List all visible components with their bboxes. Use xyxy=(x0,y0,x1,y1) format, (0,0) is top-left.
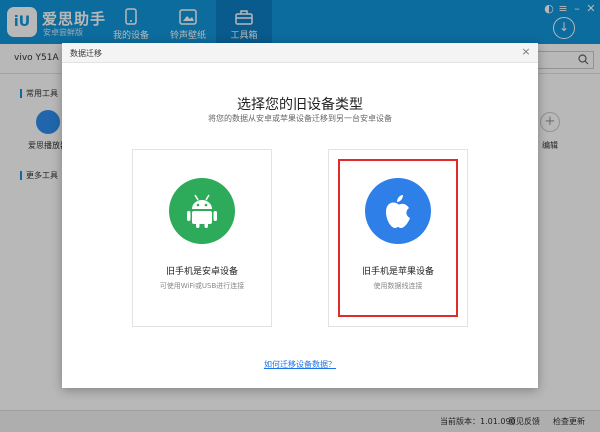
apple-icon xyxy=(365,178,431,244)
help-link[interactable]: 如何迁移设备数据？ xyxy=(62,359,538,370)
close-icon[interactable]: × xyxy=(520,46,532,58)
card-title: 旧手机是安卓设备 xyxy=(165,267,238,277)
dialog-heading: 选择您的旧设备类型 xyxy=(237,97,363,113)
data-migration-dialog: 数据迁移 × 选择您的旧设备类型 将您的数据从安卓或苹果设备迁移到另一台安卓设备… xyxy=(62,43,538,388)
android-device-card[interactable]: 旧手机是安卓设备 可使用WiFi或USB进行连接 xyxy=(132,149,272,327)
dialog-header: 数据迁移 × xyxy=(62,43,538,63)
android-icon xyxy=(169,178,235,244)
card-desc: 使用数据线连接 xyxy=(373,282,423,290)
dialog-title: 数据迁移 xyxy=(70,49,102,58)
dialog-subheading: 将您的数据从安卓或苹果设备迁移到另一台安卓设备 xyxy=(208,114,392,123)
apple-device-card[interactable]: 旧手机是苹果设备 使用数据线连接 xyxy=(328,149,468,327)
card-title: 旧手机是苹果设备 xyxy=(361,267,434,277)
card-desc: 可使用WiFi或USB进行连接 xyxy=(159,282,245,290)
